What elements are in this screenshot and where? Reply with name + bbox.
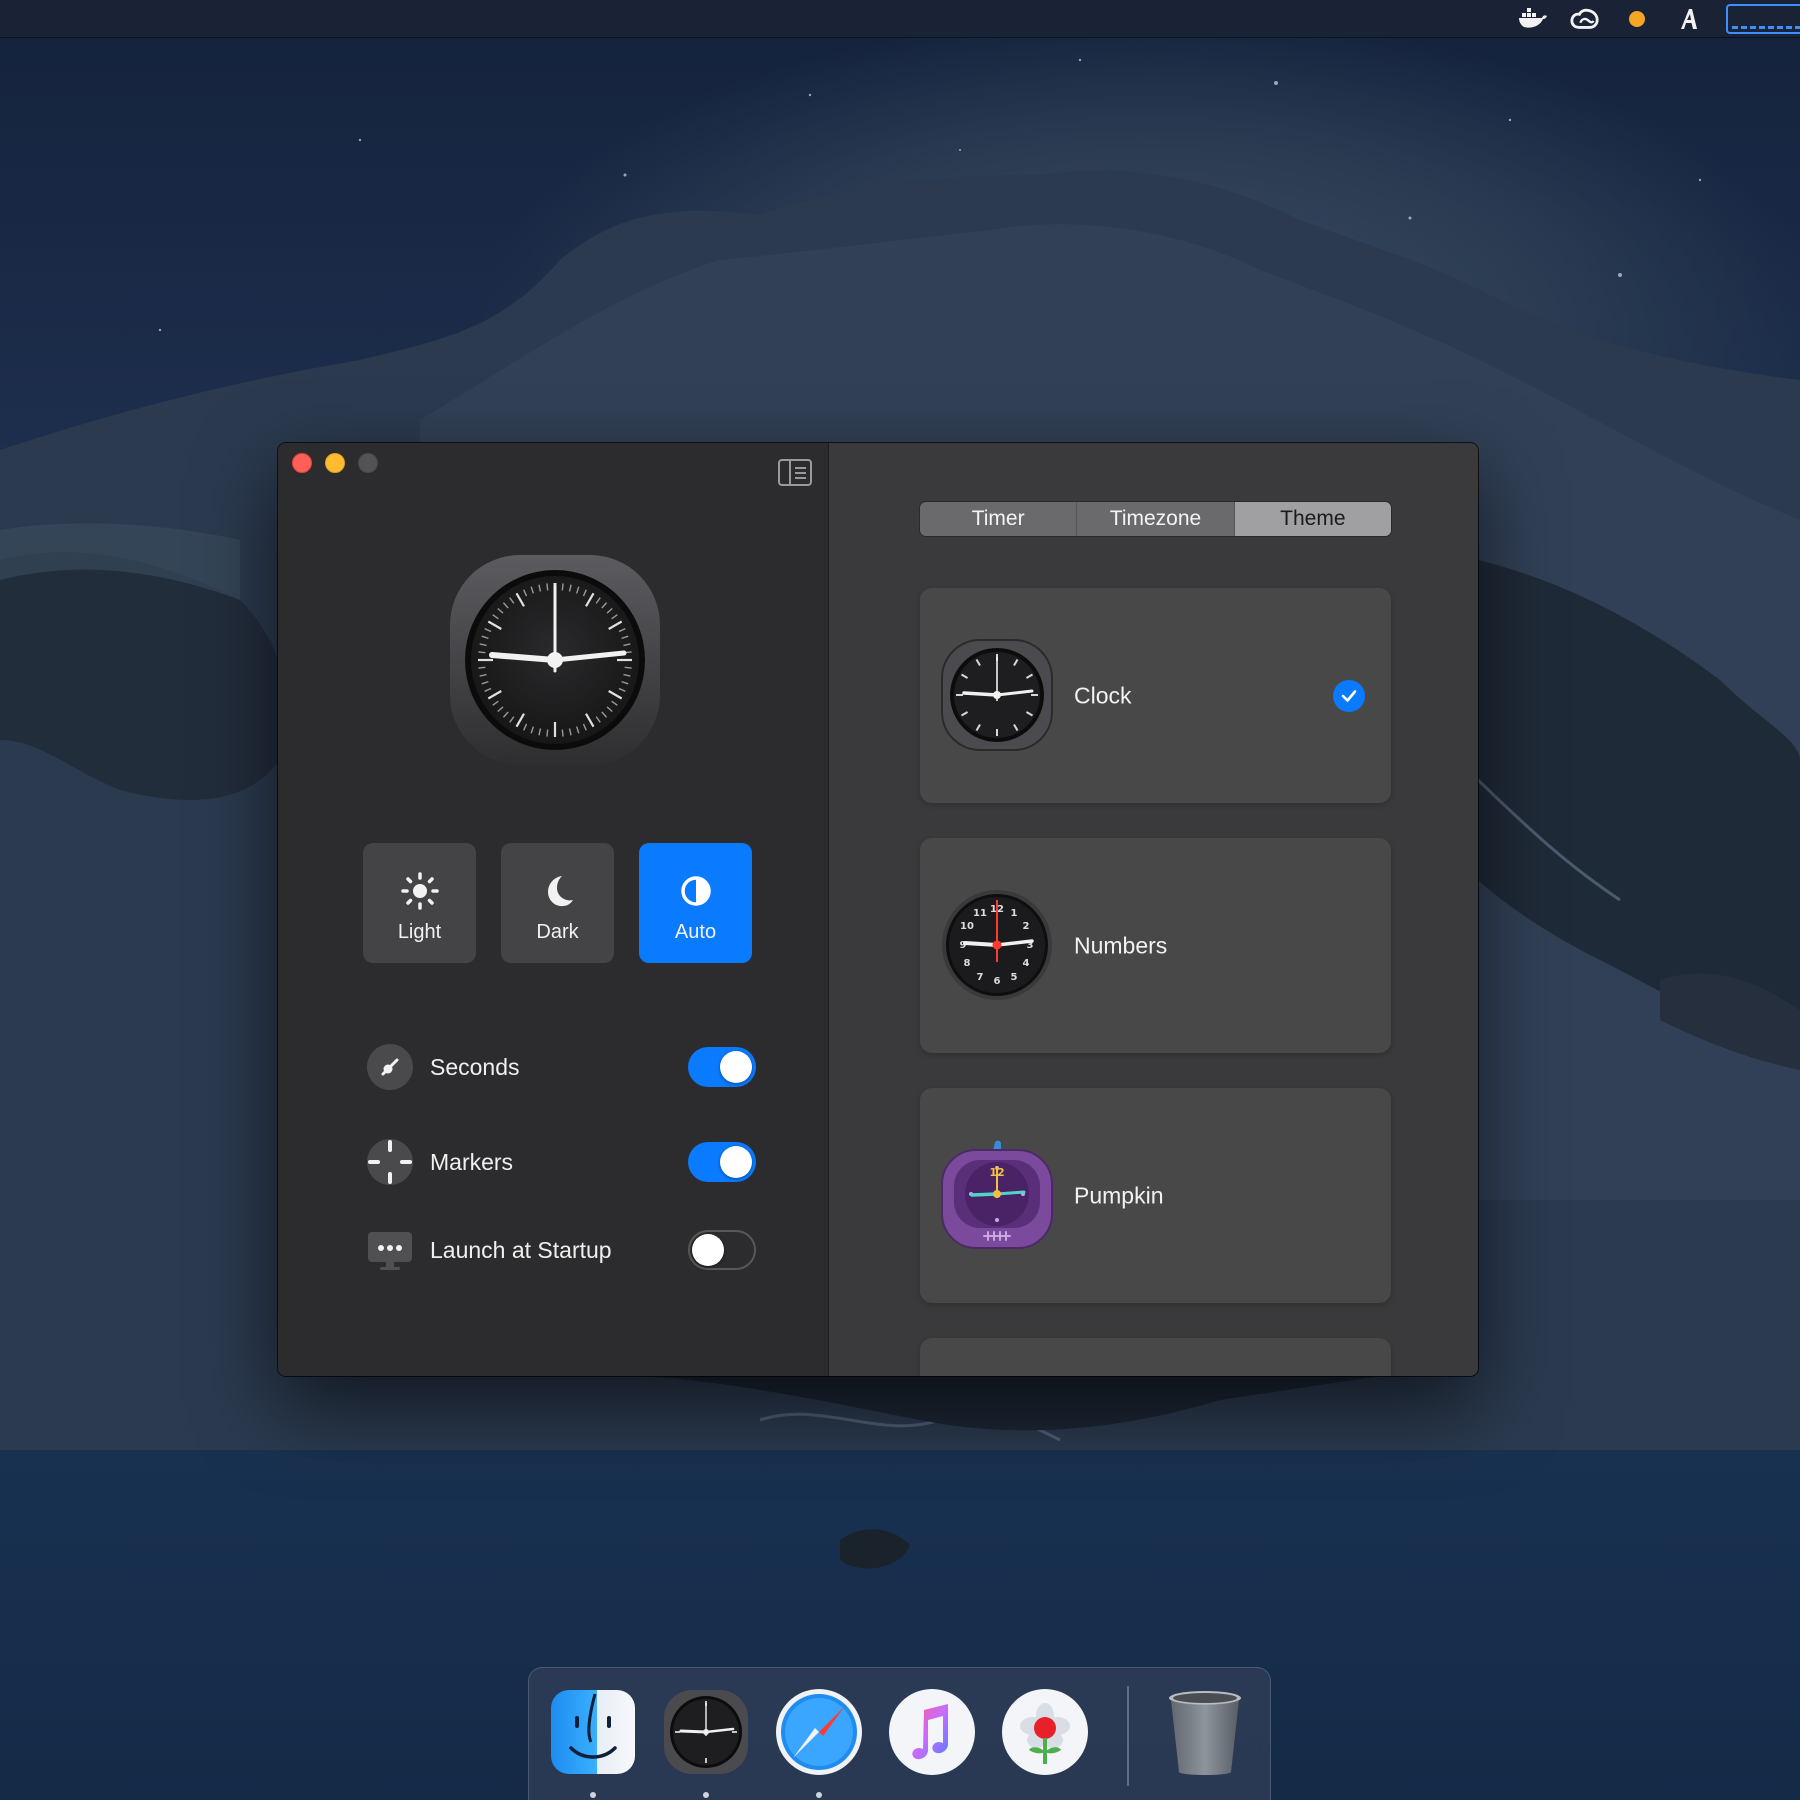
classic-clock-icon (941, 639, 1053, 751)
setting-label-seconds: Seconds (430, 1053, 520, 1080)
setting-row-seconds: Seconds (366, 1043, 756, 1091)
appearance-selector: Light Dark Auto (363, 843, 752, 963)
markers-toggle[interactable] (688, 1142, 756, 1182)
dock (528, 1667, 1271, 1800)
music-icon[interactable] (886, 1686, 978, 1778)
theme-card-pumpkin[interactable]: 12 Pumpkin (920, 1088, 1391, 1303)
safari-running-indicator (816, 1792, 822, 1798)
auto-contrast-icon (680, 875, 711, 906)
svg-text:1: 1 (1011, 908, 1018, 919)
settings-sidebar: Light Dark Auto Seconds Markers Launch a… (278, 443, 828, 1376)
svg-text:10: 10 (960, 921, 974, 932)
theme-card-numbers[interactable]: 1212 345 678 91011 Numbers (920, 838, 1391, 1053)
docker-icon[interactable] (1518, 4, 1548, 34)
creative-cloud-icon[interactable] (1570, 4, 1600, 34)
seconds-toggle[interactable] (688, 1047, 756, 1087)
appearance-dark-button[interactable]: Dark (501, 843, 614, 963)
minimize-window-button[interactable] (325, 453, 345, 473)
moon-icon (547, 875, 573, 906)
svg-text:4: 4 (1023, 958, 1030, 969)
appearance-light-label: Light (397, 920, 442, 943)
window-controls (292, 453, 378, 473)
pumpkin-clock-icon: 12 (941, 1140, 1053, 1249)
theme-list: Clock 1212 345 678 91011 (920, 588, 1391, 1376)
sun-icon (400, 871, 439, 910)
clock-app-icon[interactable] (660, 1686, 752, 1778)
status-dot-icon[interactable] (1622, 4, 1652, 34)
photos-icon[interactable] (999, 1686, 1091, 1778)
zoom-window-button[interactable] (358, 453, 378, 473)
markers-icon (366, 1138, 414, 1186)
setting-row-markers: Markers (366, 1138, 756, 1186)
svg-text:7: 7 (977, 972, 984, 983)
svg-text:6: 6 (994, 976, 1001, 987)
close-window-button[interactable] (292, 453, 312, 473)
settings-list: Seconds Markers Launch at Startup (366, 1043, 756, 1274)
svg-text:5: 5 (1011, 972, 1018, 983)
appearance-light-button[interactable]: Light (363, 843, 476, 963)
dock-separator (1127, 1686, 1129, 1786)
svg-text:8: 8 (964, 958, 971, 969)
appearance-dark-label: Dark (536, 920, 579, 943)
setting-row-launch-at-startup: Launch at Startup (366, 1226, 756, 1274)
tab-timer[interactable]: Timer (920, 502, 1078, 536)
theme-card-next[interactable] (920, 1338, 1391, 1376)
content-pane: Timer Timezone Theme Clock 1 2 3 4 5 6 7… (828, 443, 1478, 1376)
tab-bar: Timer Timezone Theme (920, 502, 1391, 536)
setting-label-markers: Markers (430, 1148, 514, 1175)
app-window: Light Dark Auto Seconds Markers Launch a… (278, 443, 1478, 1376)
font-a-icon[interactable] (1674, 4, 1704, 34)
finder-icon[interactable] (547, 1686, 639, 1778)
appearance-auto-label: Auto (674, 920, 717, 943)
theme-name-numbers: Numbers (1074, 932, 1168, 958)
clock-running-indicator (703, 1792, 709, 1798)
launch-at-startup-toggle[interactable] (688, 1230, 756, 1270)
sidebar-toggle-icon[interactable] (778, 459, 812, 486)
menu-bar (0, 0, 1800, 38)
trash-icon[interactable] (1159, 1686, 1251, 1778)
finder-running-indicator (590, 1792, 596, 1798)
safari-icon[interactable] (773, 1686, 865, 1778)
appearance-auto-button[interactable]: Auto (639, 843, 752, 963)
status-meter-icon[interactable] (1726, 4, 1800, 34)
numbers-clock-icon: 1212 345 678 91011 (942, 890, 1052, 1000)
seconds-hand-icon (366, 1043, 414, 1091)
tab-theme[interactable]: Theme (1234, 502, 1391, 536)
svg-text:2: 2 (1023, 921, 1030, 932)
svg-text:11: 11 (973, 908, 987, 919)
theme-card-clock[interactable]: Clock (920, 588, 1391, 803)
theme-name-pumpkin: Pumpkin (1074, 1182, 1164, 1208)
startup-display-icon (366, 1226, 414, 1274)
selected-check-icon (1333, 679, 1365, 712)
clock-preview-icon (450, 555, 660, 765)
setting-label-launch-at-startup: Launch at Startup (430, 1236, 612, 1263)
tab-timezone[interactable]: Timezone (1077, 502, 1235, 536)
theme-name-clock: Clock (1074, 682, 1132, 708)
